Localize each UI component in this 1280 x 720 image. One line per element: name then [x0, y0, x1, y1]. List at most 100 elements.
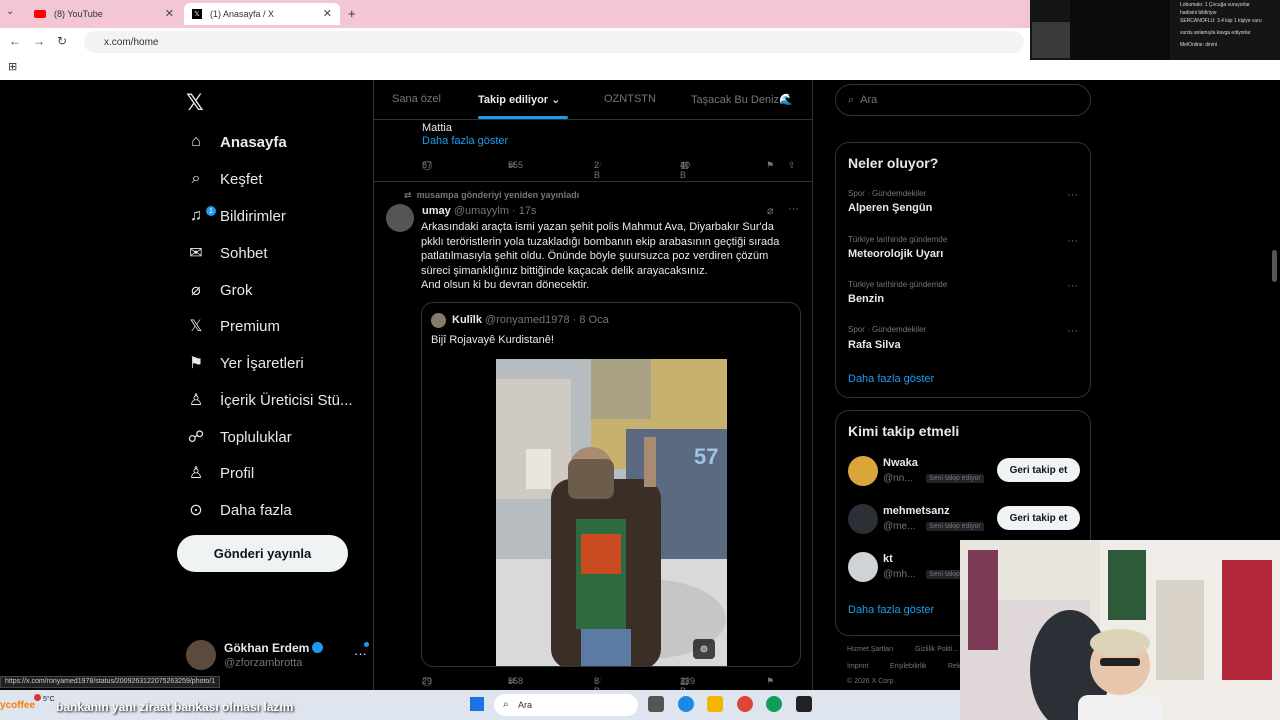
sidebar-item-label: Premium — [220, 317, 281, 335]
page-scrollbar[interactable] — [1272, 250, 1277, 282]
address-bar[interactable]: x.com/home — [84, 31, 1024, 53]
more-dots-icon[interactable]: ··· — [1067, 325, 1078, 337]
tab-for-you[interactable]: Sana özel — [392, 93, 441, 105]
bookmark-icon[interactable]: ⚑ — [766, 160, 774, 171]
task-view-icon[interactable] — [648, 696, 664, 712]
tab-list-icon[interactable]: ⌄ — [6, 6, 20, 20]
post-body: Arkasındaki araçta ismi yazan şehit poli… — [421, 221, 780, 291]
active-tab-indicator — [478, 116, 568, 119]
more-dots-icon[interactable]: ··· — [1067, 235, 1078, 247]
post-photo[interactable]: 57 ⊚ — [496, 359, 727, 666]
trend-item[interactable]: Benzin — [848, 293, 884, 305]
edge-icon[interactable] — [678, 696, 694, 712]
suggested-user-name[interactable]: kt — [883, 553, 893, 565]
sidebar-item-label: Topluluklar — [220, 428, 292, 446]
close-tab-icon[interactable]: ✕ — [323, 7, 332, 20]
sidebar-item-profile[interactable]: ♙ Profil — [186, 459, 254, 487]
avatar — [186, 640, 216, 670]
sidebar-item-home[interactable]: ⌂ Anasayfa — [186, 128, 287, 156]
x-logo-icon: 𝕏 — [189, 318, 203, 335]
app-icon[interactable] — [796, 696, 812, 712]
trends-title: Neler oluyor? — [848, 155, 939, 171]
author-handle[interactable]: @umayylm — [454, 205, 509, 217]
close-tab-icon[interactable]: ✕ — [165, 7, 174, 20]
youtube-icon — [34, 10, 46, 18]
quote-author-name: Kulîlk — [452, 314, 482, 326]
footer-terms-link[interactable]: Hizmet Şartları — [847, 646, 893, 653]
footer-accessibility-link[interactable]: Erişilebilirlik — [890, 663, 927, 670]
trend-meta: Türkiye tarihinde gündemde — [848, 235, 948, 244]
author-name[interactable]: umay — [422, 205, 451, 217]
stream-ticker-text: bankanın yanı ziraat bankası olması lazı… — [56, 700, 294, 714]
sidebar-item-bookmarks[interactable]: ⚑ Yer İşaretleri — [186, 349, 304, 377]
bookmark-icon: ⚑ — [188, 355, 204, 372]
taskbar-search-input[interactable]: ⌕ Ara — [494, 694, 638, 716]
trend-item[interactable]: Alperen Şengün — [848, 202, 932, 214]
sidebar-item-creator-studio[interactable]: ♙ İçerik Üreticisi Stü... — [186, 386, 353, 414]
tab-youtube[interactable]: (8) YouTube ✕ — [26, 3, 182, 25]
sidebar-item-chat[interactable]: ✉ Sohbet — [186, 239, 267, 267]
sidebar-item-more[interactable]: ⊙ Daha fazla — [186, 496, 291, 524]
who-to-follow-title: Kimi takip etmeli — [848, 423, 960, 439]
chrome-icon[interactable] — [737, 696, 753, 712]
post-time[interactable]: · 17s — [512, 205, 536, 217]
grok-icon[interactable]: ⌀ — [767, 204, 774, 217]
tab-list-tasacak[interactable]: Taşacak Bu Deniz🌊 — [691, 93, 793, 106]
avatar[interactable] — [848, 552, 878, 582]
sidebar-item-grok[interactable]: ⌀ Grok — [186, 276, 252, 304]
weather-widget[interactable]: 5°C — [34, 694, 55, 703]
trends-show-more-link[interactable]: Daha fazla göster — [848, 373, 934, 385]
follow-back-button[interactable]: Geri takip et — [997, 506, 1080, 530]
avatar[interactable] — [386, 204, 414, 232]
more-dots-icon[interactable]: ··· — [1067, 189, 1078, 201]
more-dots-icon[interactable]: ··· — [1067, 280, 1078, 292]
apps-grid-icon[interactable]: ⊞ — [8, 60, 17, 73]
sidebar-item-premium[interactable]: 𝕏 Premium — [186, 312, 280, 340]
sidebar-item-notifications[interactable]: ♫ 1 Bildirimler — [186, 202, 286, 230]
footer-privacy-link[interactable]: Gizlilik Politi... — [915, 646, 958, 653]
quoted-post[interactable]: Kulîlk @ronyamed1978 · 8 Oca Bijî Rojava… — [421, 302, 801, 667]
trend-meta: Spor · Gündemdekiler — [848, 325, 927, 334]
windows-start-icon[interactable] — [470, 697, 484, 711]
sidebar-item-label: Anasayfa — [220, 133, 287, 151]
x-logo-icon[interactable]: 𝕏 — [186, 90, 208, 115]
avatar[interactable] — [848, 456, 878, 486]
who-show-more-link[interactable]: Daha fazla göster — [848, 604, 934, 616]
left-sidebar: 𝕏 ⌂ Anasayfa ⌕ Keşfet ♫ 1 Bildirimler ✉ S… — [176, 80, 376, 690]
tab-following[interactable]: Takip ediliyor ⌄ — [478, 93, 560, 106]
tab-x-home[interactable]: 𝕏 (1) Anasayfa / X ✕ — [184, 3, 340, 25]
chrome-profile-icon[interactable] — [766, 696, 782, 712]
forward-icon[interactable]: → — [33, 34, 45, 48]
search-icon: ⌕ — [503, 699, 509, 710]
account-switcher[interactable]: Gökhan Erdem @zforzambrotta ··· — [186, 640, 369, 676]
stream-chat-overlay: Lobumalo: 1 Çocuğa vuruyorlar hadisini b… — [1030, 0, 1280, 60]
back-icon[interactable]: ← — [9, 34, 21, 48]
sidebar-item-communities[interactable]: ☍ Topluluklar — [186, 423, 292, 451]
repost-icon: ⇄ — [404, 190, 412, 200]
suggested-user-name[interactable]: Nwaka — [883, 457, 918, 469]
footer-imprint-link[interactable]: Imprint — [847, 663, 868, 670]
tab-list-ozntstn[interactable]: OZNTSTN — [604, 93, 656, 105]
more-dots-icon[interactable]: ··· — [788, 203, 799, 215]
avatar[interactable] — [848, 504, 878, 534]
new-tab-icon[interactable]: + — [348, 6, 356, 21]
suggested-user-name[interactable]: mehmetsanz — [883, 505, 950, 517]
photo-tools-icon[interactable]: ⊚ — [693, 639, 715, 659]
file-explorer-icon[interactable] — [707, 696, 723, 712]
show-more-link[interactable]: Daha fazla göster — [422, 135, 508, 147]
reload-icon[interactable]: ↻ — [57, 34, 67, 48]
share-icon[interactable]: ⇪ — [788, 160, 796, 171]
sidebar-item-explore[interactable]: ⌕ Keşfet — [186, 165, 263, 193]
more-dots-icon[interactable]: ··· — [354, 646, 367, 661]
quote-author-handle: @ronyamed1978 — [485, 314, 570, 326]
trend-item[interactable]: Rafa Silva — [848, 339, 901, 351]
tab-title: (1) Anasayfa / X — [210, 9, 275, 19]
trend-item[interactable]: Meteorolojik Uyarı — [848, 248, 943, 260]
profile-name: Gökhan Erdem — [224, 641, 324, 655]
search-input[interactable]: ⌕ Ara — [835, 84, 1091, 116]
follow-back-button[interactable]: Geri takip et — [997, 458, 1080, 482]
repost-indicator[interactable]: ⇄ musampa gönderiyi yeniden yayınladı — [404, 190, 579, 201]
footer-copyright: © 2026 X Corp. — [847, 678, 896, 685]
post-button[interactable]: Gönderi yayınla — [177, 535, 348, 572]
bookmark-icon[interactable]: ⚑ — [766, 676, 774, 687]
